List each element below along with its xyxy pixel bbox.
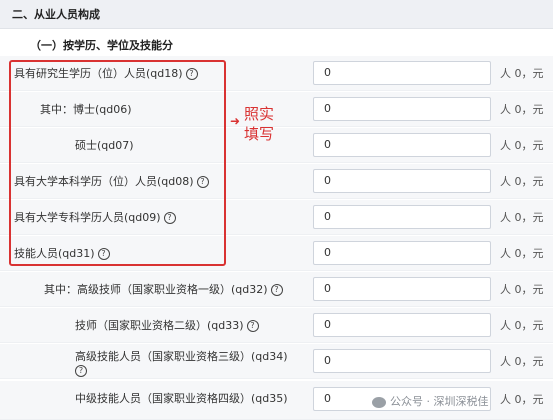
row-label: 高级技能人员（国家职业资格三级）(qd34)? <box>75 350 288 377</box>
help-icon[interactable]: ? <box>246 320 259 332</box>
unit-text: 人 0，元 <box>500 103 544 116</box>
qd31-input[interactable]: 0 <box>313 241 491 265</box>
annotation-note: 照实填写 <box>244 105 275 143</box>
unit-text: 人 0，元 <box>500 319 544 332</box>
row-label: 技师（国家职业资格二级）(qd33)? <box>75 317 259 333</box>
unit-text: 人 0，元 <box>500 139 544 152</box>
row-label: 中级技能人员（国家职业资格四级）(qd35) <box>75 392 288 405</box>
row-label: 其中：高级技师（国家职业资格一级）(qd32)? <box>44 281 283 297</box>
qd06-input[interactable]: 0 <box>313 97 491 121</box>
help-icon[interactable]: ? <box>75 365 87 377</box>
unit-text: 人 0，元 <box>500 211 544 224</box>
qd33-input[interactable]: 0 <box>313 313 491 337</box>
qd08-input[interactable]: 0 <box>313 169 491 193</box>
unit-text: 人 0，元 <box>500 355 544 368</box>
arrow-right-icon: ➜ <box>230 114 241 128</box>
unit-text: 人 0，元 <box>500 393 544 406</box>
section-title: 二、从业人员构成 <box>12 8 100 21</box>
unit-text: 人 0，元 <box>500 67 544 80</box>
qd07-input[interactable]: 0 <box>313 133 491 157</box>
highlight-box <box>9 60 226 266</box>
qd34-input[interactable]: 0 <box>313 349 491 373</box>
unit-text: 人 0，元 <box>500 247 544 260</box>
section-header: 二、从业人员构成 <box>0 0 553 29</box>
unit-text: 人 0，元 <box>500 283 544 296</box>
watermark: 公众号 · 深圳深税佳 <box>372 393 489 409</box>
table-row: 其中：高级技师（国家职业资格一级）(qd32)? 0 人 0，元 <box>0 272 553 307</box>
unit-text: 人 0，元 <box>500 175 544 188</box>
qd32-input[interactable]: 0 <box>313 277 491 301</box>
table-row: 技师（国家职业资格二级）(qd33)? 0 人 0，元 <box>0 308 553 343</box>
qd18-input[interactable]: 0 <box>313 61 491 85</box>
qd09-input[interactable]: 0 <box>313 205 491 229</box>
table-row: 高级技能人员（国家职业资格三级）(qd34)? 0 人 0，元 <box>0 344 553 379</box>
wechat-icon <box>372 396 386 408</box>
subsection-title: （一）按学历、学位及技能分 <box>30 39 173 52</box>
help-icon[interactable]: ? <box>270 284 283 296</box>
